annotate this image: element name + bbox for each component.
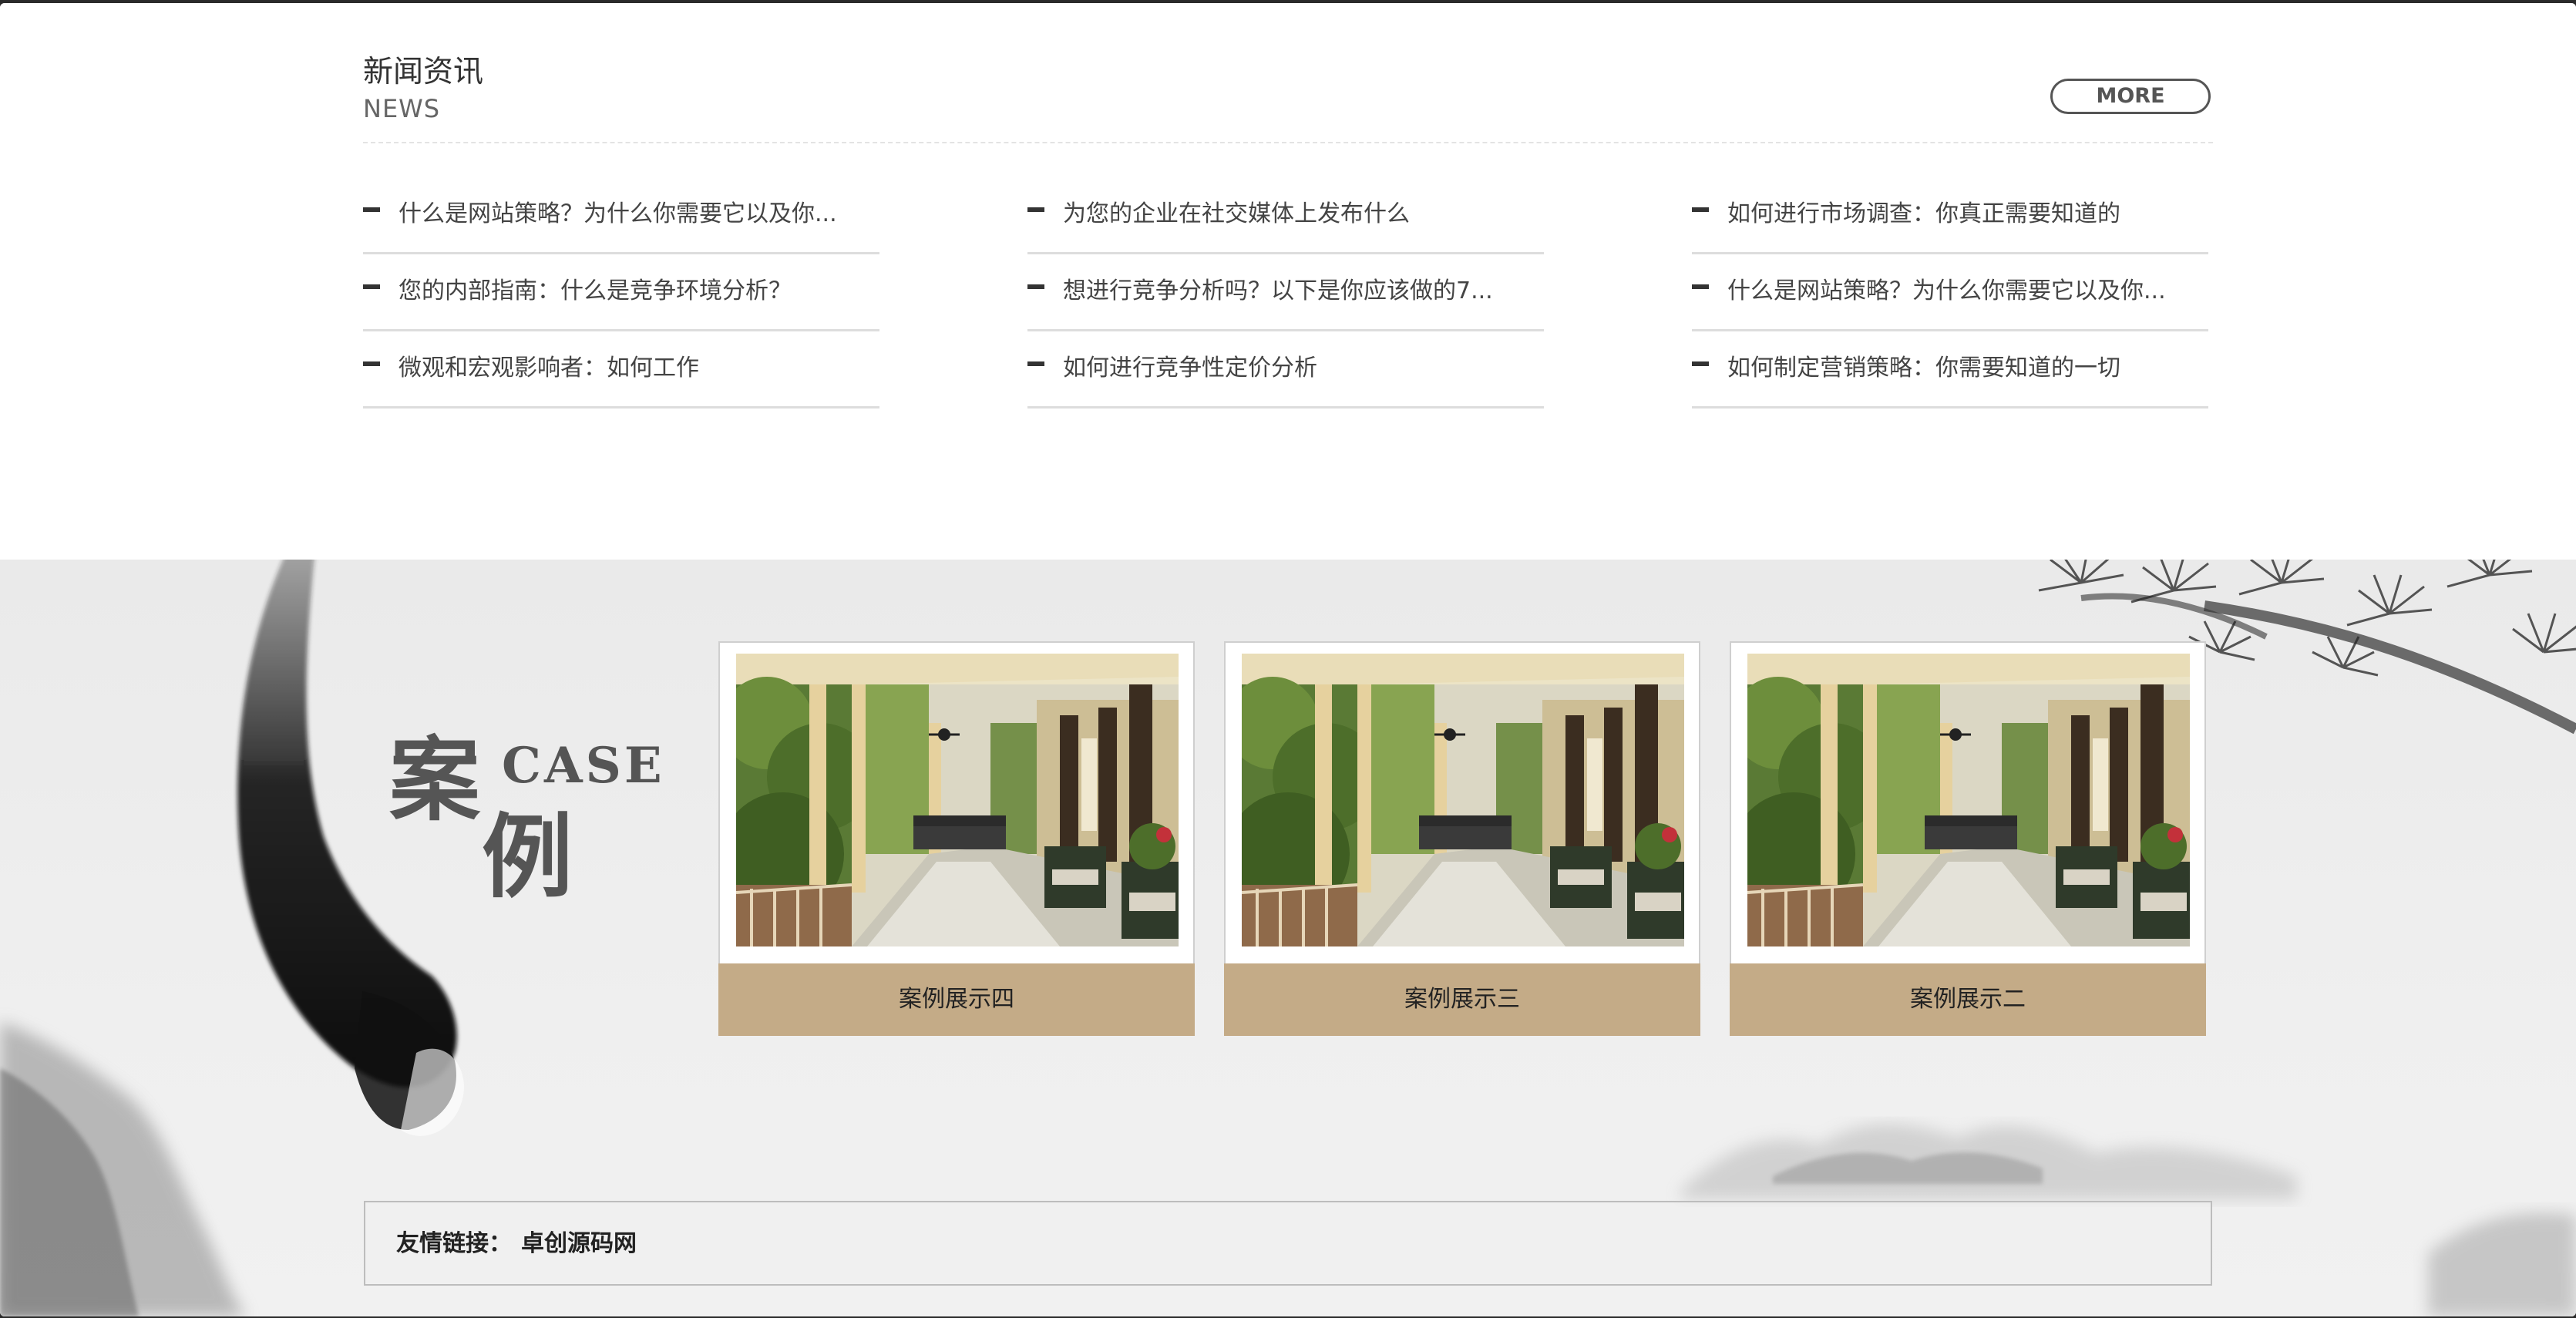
case-caption[interactable]: 案例展示四 xyxy=(718,963,1195,1036)
news-section: 新闻资讯 NEWS MORE 什么是网站策略？为什么你需要它以及你... 您的内… xyxy=(0,3,2576,560)
dash-icon xyxy=(363,361,380,366)
case-heading-char-2: 例 xyxy=(482,803,573,910)
case-card[interactable]: 案例展示二 xyxy=(1730,641,2206,1036)
porch-photo xyxy=(1242,654,1684,946)
case-image[interactable] xyxy=(736,654,1179,946)
news-item-title[interactable]: 如何制定营销策略：你需要知道的一切 xyxy=(1727,348,2205,382)
news-item-title[interactable]: 如何进行市场调查：你真正需要知道的 xyxy=(1727,194,2205,228)
news-item[interactable]: 什么是网站策略？为什么你需要它以及你... xyxy=(363,180,879,254)
dash-icon xyxy=(363,207,380,212)
news-item[interactable]: 如何进行竞争性定价分析 xyxy=(1027,335,1544,409)
friendly-link[interactable]: 卓创源码网 xyxy=(521,1224,637,1258)
news-item-title[interactable]: 什么是网站策略？为什么你需要它以及你... xyxy=(1727,271,2205,305)
friendly-links-bar: 友情链接： 卓创源码网 xyxy=(364,1201,2212,1286)
news-item-title[interactable]: 什么是网站策略？为什么你需要它以及你... xyxy=(399,194,876,228)
dash-icon xyxy=(1692,207,1709,212)
page: 新闻资讯 NEWS MORE 什么是网站策略？为什么你需要它以及你... 您的内… xyxy=(0,3,2576,1316)
case-heading-char-1: 案 xyxy=(389,726,481,833)
news-item[interactable]: 如何进行市场调查：你真正需要知道的 xyxy=(1692,180,2208,254)
news-title: 新闻资讯 xyxy=(363,55,484,89)
news-item-title[interactable]: 微观和宏观影响者：如何工作 xyxy=(399,348,876,382)
dash-icon xyxy=(363,284,380,289)
dash-icon xyxy=(1692,284,1709,289)
news-item-title[interactable]: 您的内部指南：什么是竞争环境分析？ xyxy=(399,271,876,305)
news-subtitle: NEWS xyxy=(363,94,441,123)
news-item[interactable]: 什么是网站策略？为什么你需要它以及你... xyxy=(1692,257,2208,331)
dash-icon xyxy=(1027,284,1044,289)
case-card[interactable]: 案例展示四 xyxy=(718,641,1195,1036)
news-divider xyxy=(363,142,2213,143)
news-item-title[interactable]: 如何进行竞争性定价分析 xyxy=(1063,348,1541,382)
news-item[interactable]: 想进行竞争分析吗？以下是你应该做的7... xyxy=(1027,257,1544,331)
case-card[interactable]: 案例展示三 xyxy=(1224,641,1700,1036)
case-caption[interactable]: 案例展示二 xyxy=(1730,963,2206,1036)
dash-icon xyxy=(1692,361,1709,366)
porch-photo xyxy=(1747,654,2190,946)
news-column-1: 什么是网站策略？为什么你需要它以及你... 您的内部指南：什么是竞争环境分析？ … xyxy=(363,180,879,412)
dash-icon xyxy=(1027,361,1044,366)
case-section: 案 CASE 例 案例展示四 案例展示三 案例展示二 友情链接： 卓创源码网 xyxy=(0,560,2576,1316)
case-heading: 案 CASE 例 xyxy=(389,706,662,910)
news-column-3: 如何进行市场调查：你真正需要知道的 什么是网站策略？为什么你需要它以及你... … xyxy=(1692,180,2208,412)
news-item[interactable]: 为您的企业在社交媒体上发布什么 xyxy=(1027,180,1544,254)
news-column-2: 为您的企业在社交媒体上发布什么 想进行竞争分析吗？以下是你应该做的7... 如何… xyxy=(1027,180,1544,412)
news-item-title[interactable]: 为您的企业在社交媒体上发布什么 xyxy=(1063,194,1541,228)
case-image[interactable] xyxy=(1242,654,1684,946)
friendly-links-label: 友情链接： xyxy=(396,1230,512,1257)
dash-icon xyxy=(1027,207,1044,212)
case-image[interactable] xyxy=(1747,654,2190,946)
news-item-title[interactable]: 想进行竞争分析吗？以下是你应该做的7... xyxy=(1063,271,1541,305)
porch-photo xyxy=(736,654,1179,946)
news-item[interactable]: 如何制定营销策略：你需要知道的一切 xyxy=(1692,335,2208,409)
news-item[interactable]: 微观和宏观影响者：如何工作 xyxy=(363,335,879,409)
case-caption[interactable]: 案例展示三 xyxy=(1224,963,1700,1036)
more-button[interactable]: MORE xyxy=(2050,79,2211,114)
news-item[interactable]: 您的内部指南：什么是竞争环境分析？ xyxy=(363,257,879,331)
